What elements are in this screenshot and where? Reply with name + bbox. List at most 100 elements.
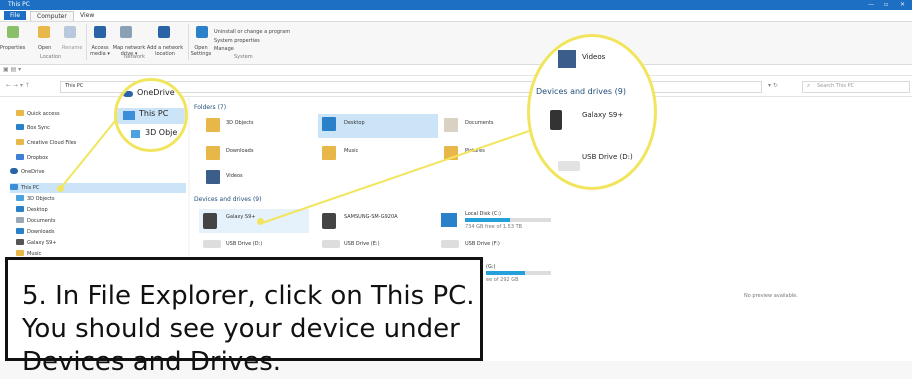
usb-e-icon	[322, 240, 340, 248]
caption-text: 5. In File Explorer, click on This PC. Y…	[22, 281, 475, 377]
close-icon[interactable]: ✕	[900, 1, 905, 8]
group-system-label: System	[234, 54, 253, 60]
folders-header[interactable]: Folders (7)	[194, 104, 226, 111]
dropbox-icon	[16, 154, 24, 160]
nav-creative-cloud[interactable]: Creative Cloud Files	[16, 139, 76, 148]
drive-g-usage-bar	[486, 271, 551, 275]
group-location-label: Location	[40, 54, 62, 60]
callout-videos: Videos	[582, 53, 606, 61]
callout-computer-icon	[123, 111, 135, 120]
folder-desktop[interactable]: Desktop	[344, 120, 365, 126]
desktop-icon	[16, 206, 24, 212]
folder-videos[interactable]: Videos	[226, 173, 243, 179]
search-placeholder: Search This PC	[817, 83, 855, 89]
properties-button[interactable]: Properties	[0, 45, 25, 51]
callout-usb-d: USB Drive (D:)	[582, 153, 633, 161]
title-bar: This PC — ▫ ✕	[0, 0, 912, 10]
rename-button[interactable]: Rename	[62, 45, 83, 51]
device-samsung[interactable]: SAMSUNG-SM-G920A	[344, 214, 398, 220]
folder-downloads[interactable]: Downloads	[226, 148, 253, 154]
add-network-location-icon	[158, 26, 170, 38]
callout-phone-icon	[550, 110, 562, 130]
nav-desktop[interactable]: Desktop	[16, 206, 48, 215]
drive-e[interactable]: USB Drive (E:)	[344, 241, 380, 247]
callout-videos-icon	[558, 50, 576, 68]
device-galaxy[interactable]: Galaxy S9+	[226, 214, 255, 220]
tab-computer[interactable]: Computer	[30, 11, 74, 21]
nav-documents[interactable]: Documents	[16, 217, 56, 226]
nav-this-pc[interactable]: This PC	[10, 184, 39, 193]
map-network-drive-icon	[120, 26, 132, 38]
nav-dropbox[interactable]: Dropbox	[16, 154, 48, 163]
windows-drive-icon	[441, 213, 457, 227]
callout-onedrive: OneDrive	[137, 88, 175, 97]
nav-quick-access[interactable]: Quick access	[16, 110, 60, 119]
folder-music[interactable]: Music	[344, 148, 358, 154]
document-icon	[16, 217, 24, 223]
tab-file[interactable]: File	[4, 11, 27, 20]
callout-devices-header: Devices and drives (9)	[536, 87, 626, 96]
tab-view[interactable]: View	[74, 11, 100, 20]
nav-box-sync[interactable]: Box Sync	[16, 124, 50, 133]
callout-usb-icon	[558, 161, 580, 171]
folder-3d-objects[interactable]: 3D Objects	[226, 120, 254, 126]
back-forward-icon[interactable]: ← → ▾ ↑	[6, 82, 30, 89]
folder-videos-icon	[206, 170, 220, 184]
this-pc-marker	[57, 185, 64, 192]
nav-downloads[interactable]: Downloads	[16, 228, 54, 237]
rename-icon	[64, 26, 76, 38]
callout-right: Videos Devices and drives (9) Galaxy S9+…	[527, 34, 657, 190]
callout-left: OneDrive This PC 3D Obje	[114, 78, 188, 152]
ribbon-tabs: File Computer View	[0, 10, 912, 22]
folder-downloads-icon	[206, 146, 220, 160]
open-icon	[38, 26, 50, 38]
callout-3d-objects: 3D Obje	[145, 128, 178, 137]
uninstall-program-link[interactable]: Uninstall or change a program	[214, 29, 290, 35]
instruction-caption: 5. In File Explorer, click on This PC. Y…	[5, 257, 483, 377]
search-input[interactable]: Search This PC ⌕	[802, 81, 910, 93]
folder-music-icon	[322, 146, 336, 160]
usb-d-icon	[203, 240, 221, 248]
drive-d[interactable]: USB Drive (D:)	[226, 241, 262, 247]
onedrive-cloud-icon	[123, 91, 133, 97]
folder-icon	[16, 139, 24, 145]
drive-g-partial[interactable]: (G:)	[486, 264, 495, 270]
breadcrumb-this-pc[interactable]: This PC	[65, 83, 83, 89]
folder-documents-icon	[444, 118, 458, 132]
settings-gear-icon	[196, 26, 208, 38]
open-button[interactable]: Open	[38, 45, 51, 51]
qat-icons[interactable]: ▣ ▤ ▾	[3, 66, 21, 73]
search-icon: ⌕	[807, 82, 811, 89]
drive-f[interactable]: USB Drive (F:)	[465, 241, 500, 247]
group-network-label: Network	[124, 54, 145, 60]
callout-galaxy: Galaxy S9+	[582, 111, 624, 119]
nav-galaxy[interactable]: Galaxy S9+	[16, 239, 56, 248]
window-title: This PC	[8, 1, 30, 8]
open-settings-button[interactable]: Open Settings	[190, 45, 212, 57]
download-icon	[16, 228, 24, 234]
phone-icon	[16, 239, 24, 245]
manage-link[interactable]: Manage	[214, 46, 234, 52]
access-media-button[interactable]: Access media ▾	[88, 45, 112, 57]
desktop-selection	[318, 114, 438, 138]
maximize-icon[interactable]: ▫	[884, 1, 888, 8]
drive-c-usage-bar	[465, 218, 551, 222]
drive-c-free: 734 GB free of 1.53 TB	[465, 224, 523, 230]
box-icon	[16, 124, 24, 130]
drive-c[interactable]: Local Disk (C:)	[465, 211, 501, 217]
add-network-location-button[interactable]: Add a network location	[146, 45, 184, 57]
folder-desktop-icon	[322, 117, 336, 131]
cube-icon	[16, 195, 24, 201]
refresh-icon[interactable]: ▾ ↻	[768, 82, 778, 89]
cloud-icon	[10, 168, 18, 174]
music-icon	[16, 250, 24, 256]
properties-icon	[7, 26, 19, 38]
nav-3d-objects[interactable]: 3D Objects	[16, 195, 55, 204]
folder-documents[interactable]: Documents	[465, 120, 494, 126]
system-properties-link[interactable]: System properties	[214, 38, 260, 44]
drive-g-free: ee of 292 GB	[486, 277, 519, 283]
nav-onedrive[interactable]: OneDrive	[10, 168, 45, 177]
galaxy-marker	[257, 218, 264, 225]
devices-header[interactable]: Devices and drives (9)	[194, 196, 261, 203]
minimize-icon[interactable]: —	[868, 1, 874, 8]
